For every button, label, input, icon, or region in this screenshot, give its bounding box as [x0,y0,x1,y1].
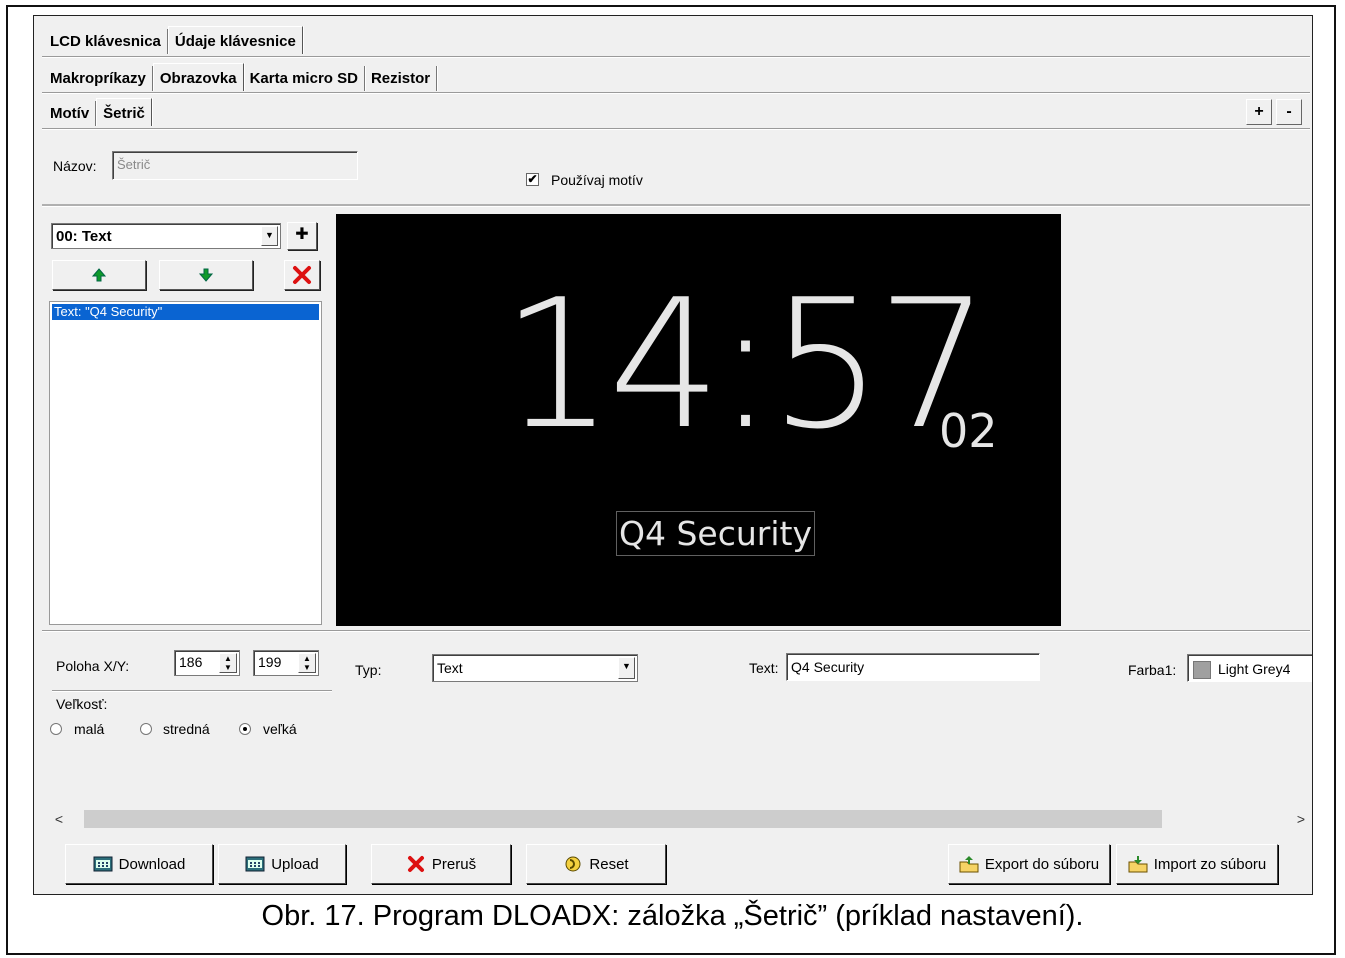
export-label: Export do súboru [984,855,1100,873]
plus-icon: ✚ [295,226,309,243]
tab-screensaver[interactable]: Šetrič [96,98,152,126]
tab-divider [42,128,1310,129]
folder-import-icon [1128,856,1148,873]
preview-clock: 14:57 [501,261,990,468]
third-tab-strip: Motív Šetrič [44,96,152,126]
size-small-label[interactable]: malá [74,721,104,737]
download-label: Download [118,855,186,873]
group-divider [52,690,332,691]
color-swatch [1193,661,1211,679]
scroll-left-icon[interactable]: < [48,808,70,830]
figure-caption: Obr. 17. Program DLOADX: záložka „Šetrič… [261,900,1084,932]
download-icon [93,856,113,872]
color-value: Light Grey4 [1218,661,1291,677]
element-select[interactable]: 00: Text ▼ [51,223,281,249]
type-select[interactable]: Text ▼ [432,654,638,682]
move-up-button[interactable] [52,260,146,290]
pos-x-value: 186 [179,654,203,670]
position-label: Poloha X/Y: [56,658,130,674]
tab-resistor[interactable]: Rezistor [365,66,438,91]
reset-button[interactable]: Reset [526,844,666,884]
horizontal-scrollbar[interactable]: < > [48,808,1312,830]
element-list[interactable]: Text: "Q4 Security" [49,301,322,625]
arrow-down-icon [198,268,214,282]
spinner-arrows-icon[interactable]: ▲ ▼ [219,653,237,673]
import-button[interactable]: Import zo súboru [1116,844,1278,884]
upload-button[interactable]: Upload [218,844,346,884]
tab-lcd-keypad[interactable]: LCD klávesnica [44,29,168,54]
tab-screen[interactable]: Obrazovka [152,63,244,91]
spinner-arrows-icon[interactable]: ▲ ▼ [298,653,316,673]
text-input[interactable]: Q4 Security [786,653,1040,681]
color-picker[interactable]: Light Grey4 [1187,654,1312,682]
chevron-down-icon[interactable]: ▼ [618,657,635,679]
tab-divider [42,56,1310,57]
color-label: Farba1: [1128,662,1177,678]
tab-keypad-data[interactable]: Údaje klávesnice [167,26,303,54]
add-element-button[interactable]: ✚ [287,222,317,250]
tab-macros[interactable]: Makropríkazy [44,66,153,91]
size-medium-radio[interactable] [140,723,152,735]
name-label: Názov: [53,158,97,174]
tab-divider [42,92,1310,93]
size-small-radio[interactable] [50,723,62,735]
app-window: LCD klávesnica Údaje klávesnice Makroprí… [33,15,1313,895]
arrow-up-icon [91,268,107,282]
tab-theme[interactable]: Motív [44,101,97,126]
import-label: Import zo súboru [1153,855,1267,873]
move-down-button[interactable] [159,260,253,290]
type-select-value: Text [437,660,463,676]
delete-element-button[interactable] [284,260,320,290]
abort-label: Preruš [431,855,477,873]
top-tab-strip: LCD klávesnica Údaje klávesnice [44,24,303,54]
text-input-value: Q4 Security [791,659,865,675]
remove-button[interactable]: - [1276,99,1302,125]
reset-icon [565,856,581,872]
use-theme-label[interactable]: Používaj motív [551,172,643,188]
name-field[interactable]: Šetrič [112,151,358,180]
close-icon [407,856,424,872]
preview-text[interactable]: Q4 Security [616,511,815,556]
type-label: Typ: [355,662,382,678]
screen-preview[interactable]: 14:57 02 Q4 Security [336,214,1061,626]
size-large-radio[interactable] [239,723,251,735]
pos-y-value: 199 [258,654,282,670]
tab-micro-sd[interactable]: Karta micro SD [244,66,365,91]
pos-y-spinner[interactable]: 199 ▲ ▼ [253,650,319,676]
upload-label: Upload [271,855,319,873]
export-button[interactable]: Export do súboru [948,844,1110,884]
chevron-down-icon[interactable]: ▼ [261,226,278,246]
add-button[interactable]: + [1246,99,1272,125]
use-theme-checkbox[interactable]: ✔ [526,173,539,186]
delete-icon [293,266,311,284]
upload-icon [245,856,265,872]
abort-button[interactable]: Preruš [371,844,511,884]
size-label: Veľkosť: [56,696,108,712]
list-item[interactable]: Text: "Q4 Security" [52,304,319,320]
section-divider [42,630,1310,631]
reset-label: Reset [589,855,629,873]
text-label: Text: [749,660,779,676]
name-field-value: Šetrič [117,157,151,172]
size-large-label[interactable]: veľká [263,721,297,737]
second-tab-strip: Makropríkazy Obrazovka Karta micro SD Re… [44,61,438,91]
size-medium-label[interactable]: stredná [163,721,210,737]
scroll-thumb[interactable] [84,810,1162,828]
element-select-value: 00: Text [56,228,112,245]
folder-export-icon [959,856,979,873]
preview-seconds: 02 [939,404,998,458]
scroll-right-icon[interactable]: > [1290,808,1312,830]
download-button[interactable]: Download [65,844,213,884]
section-divider [42,204,1310,206]
pos-x-spinner[interactable]: 186 ▲ ▼ [174,650,240,676]
